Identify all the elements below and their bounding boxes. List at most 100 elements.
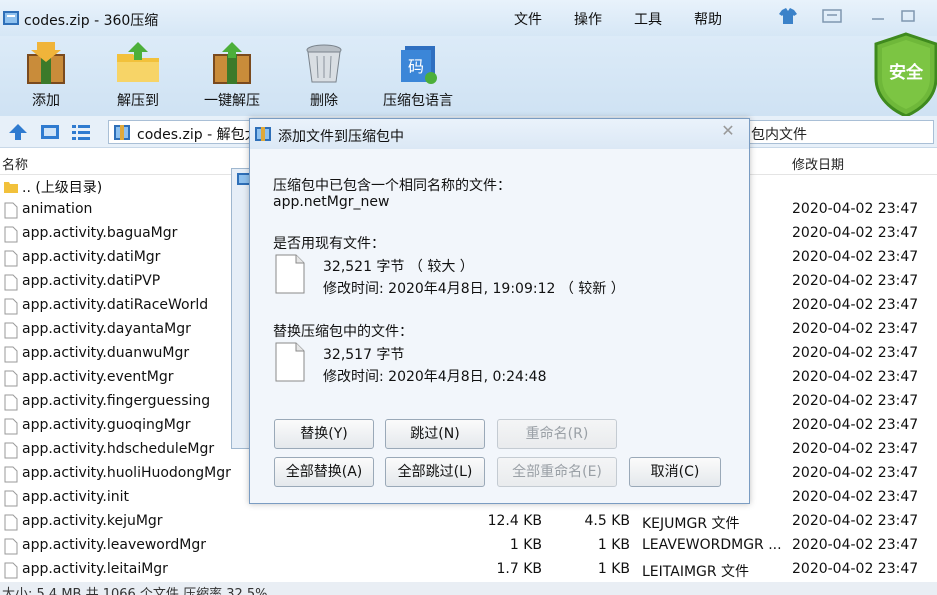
menu-tools[interactable]: 工具 [634, 9, 662, 29]
file-date: 2020-04-02 23:47 [792, 561, 919, 577]
skip-button[interactable]: 跳过(N) [385, 419, 485, 449]
extract-to-button[interactable]: 解压到 [98, 40, 178, 110]
menu-file[interactable]: 文件 [514, 9, 542, 29]
archive-icon [114, 125, 130, 140]
new-file-size: 32,517 字节 [323, 347, 405, 363]
add-button[interactable]: 添加 [6, 40, 86, 110]
file-name: app.activity.hdscheduleMgr [22, 441, 215, 457]
replace-all-button[interactable]: 全部替换(A) [274, 457, 374, 487]
existing-file-label: 是否用现有文件： [273, 236, 385, 252]
file-date: 2020-04-02 23:47 [792, 513, 919, 529]
file-icon [4, 538, 18, 555]
archive-language-label: 压缩包语言 [383, 93, 453, 109]
dialog-app-icon [255, 127, 271, 141]
one-click-extract-button[interactable]: 一键解压 [192, 40, 272, 110]
add-label: 添加 [32, 93, 60, 109]
document-icon [275, 342, 305, 382]
delete-label: 删除 [310, 93, 338, 109]
replace-button[interactable]: 替换(Y) [274, 419, 374, 449]
toolbar: 添加 解压到 一键解压 删除 码 压缩包语言 [0, 36, 937, 116]
file-date: 2020-04-02 23:47 [792, 345, 919, 361]
dialog-title-bar: 添加文件到压缩包中 ✕ [250, 119, 749, 149]
up-arrow-icon[interactable] [7, 122, 29, 142]
file-icon [4, 322, 18, 339]
file-size: 12.4 KB [487, 513, 542, 529]
file-icon [4, 418, 18, 435]
file-icon [4, 394, 18, 411]
list-view-icon[interactable] [70, 122, 92, 142]
file-name: animation [22, 201, 93, 217]
file-name: app.activity.guoqingMgr [22, 417, 191, 433]
column-modified[interactable]: 修改日期 [792, 154, 844, 173]
menu-operation[interactable]: 操作 [574, 9, 602, 29]
file-icon [4, 250, 18, 267]
status-text: 大小: 5.4 MB 共 1066 个文件 压缩率 32.5% [2, 587, 268, 595]
file-packed-size: 1 KB [597, 561, 630, 577]
rename-button[interactable]: 重命名(R) [497, 419, 617, 449]
file-icon [4, 562, 18, 579]
title-bar: codes.zip - 360压缩 文件 操作 工具 帮助 [0, 0, 937, 36]
file-date: 2020-04-02 23:47 [792, 321, 919, 337]
file-name: app.activity.datiMgr [22, 249, 161, 265]
file-icon [4, 226, 18, 243]
column-name[interactable]: 名称 [2, 154, 28, 173]
table-row[interactable]: app.activity.kejuMgr 12.4 KB 4.5 KB KEJUMGR… [0, 510, 937, 534]
file-name: app.activity.duanwuMgr [22, 345, 190, 361]
extract-folder-icon [117, 42, 159, 82]
file-name: app.activity.dayantaMgr [22, 321, 191, 337]
table-row[interactable]: app.activity.leitaiMgr 1.7 KB 1 KB LEITAIMG… [0, 558, 937, 582]
security-badge-text: 安全 [889, 62, 924, 83]
file-name: app.activity.eventMgr [22, 369, 174, 385]
file-type: LEITAIMGR 文件 [642, 564, 750, 580]
file-name: .. (上级目录) [22, 180, 103, 196]
file-size: 1 KB [509, 537, 542, 553]
skin-shirt-icon[interactable] [776, 7, 800, 25]
dialog-title: 添加文件到压缩包中 [278, 129, 404, 145]
menu-help[interactable]: 帮助 [694, 9, 722, 29]
archive-language-button[interactable]: 码 压缩包语言 [378, 40, 458, 110]
rename-all-button[interactable]: 全部重命名(E) [497, 457, 617, 487]
file-icon [4, 274, 18, 291]
status-bar: 大小: 5.4 MB 共 1066 个文件 压缩率 32.5% [0, 582, 937, 595]
file-icon [4, 490, 18, 507]
delete-button[interactable]: 删除 [284, 40, 364, 110]
file-icon [4, 298, 18, 315]
minimize-icon[interactable] [866, 7, 890, 25]
one-click-extract-icon [213, 42, 251, 84]
file-type: KEJUMGR 文件 [642, 516, 740, 532]
skip-all-button[interactable]: 全部跳过(L) [385, 457, 485, 487]
file-date: 2020-04-02 23:47 [792, 273, 919, 289]
security-shield-icon[interactable]: 安全 [874, 32, 937, 118]
folder-icon [4, 182, 18, 193]
file-name: app.activity.fingerguessing [22, 393, 211, 409]
feedback-icon[interactable] [820, 7, 844, 25]
dialog-message: 压缩包中已包含一个相同名称的文件： [273, 178, 511, 194]
code-language-icon: 码 [401, 46, 437, 84]
file-date: 2020-04-02 23:47 [792, 489, 919, 505]
table-row[interactable]: app.activity.leavewordMgr 1 KB 1 KB LEAVEWO… [0, 534, 937, 558]
maximize-icon[interactable] [896, 7, 920, 25]
thumbnail-view-icon[interactable] [39, 122, 61, 142]
file-name: app.activity.init [22, 489, 130, 505]
file-date: 2020-04-02 23:47 [792, 465, 919, 481]
add-archive-icon [27, 42, 65, 84]
file-packed-size: 1 KB [597, 537, 630, 553]
file-date: 2020-04-02 23:47 [792, 249, 919, 265]
existing-file-time: 修改时间: 2020年4月8日, 19:09:12 （ 较新 ） [323, 281, 625, 297]
replace-file-label: 替换压缩包中的文件： [273, 324, 413, 340]
file-icon [4, 514, 18, 531]
file-type: LEAVEWORDMGR ... [642, 537, 782, 553]
cancel-button[interactable]: 取消(C) [629, 457, 721, 487]
file-date: 2020-04-02 23:47 [792, 297, 919, 313]
close-icon[interactable]: ✕ [718, 121, 738, 140]
app-icon [3, 11, 19, 25]
search-hint: 包内文件 [751, 127, 807, 143]
file-icon [4, 202, 18, 219]
window-title: codes.zip - 360压缩 [24, 13, 159, 29]
file-name: app.activity.datiRaceWorld [22, 297, 209, 313]
new-file-time: 修改时间: 2020年4月8日, 0:24:48 [323, 369, 547, 385]
file-name: app.activity.baguaMgr [22, 225, 178, 241]
file-date: 2020-04-02 23:47 [792, 225, 919, 241]
file-date: 2020-04-02 23:47 [792, 201, 919, 217]
svg-text:码: 码 [408, 57, 424, 76]
